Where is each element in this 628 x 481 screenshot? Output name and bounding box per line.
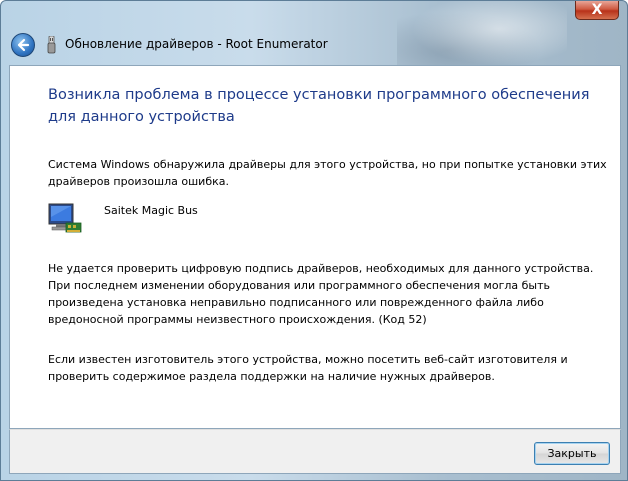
error-heading: Возникла проблема в процессе установки п… bbox=[48, 87, 590, 125]
dialog-window: X Обновление драйверов - Root Enumerator… bbox=[0, 0, 628, 481]
advice-text: Если известен изготовитель этого устройс… bbox=[48, 353, 568, 383]
computer-device-icon bbox=[48, 203, 82, 233]
error-description: Не удается проверить цифровую подпись др… bbox=[48, 262, 594, 326]
dialog-footer: Закрыть bbox=[9, 429, 621, 474]
close-button[interactable]: Закрыть bbox=[534, 442, 610, 465]
device-manager-icon bbox=[47, 36, 56, 54]
intro-text: Система Windows обнаружила драйверы для … bbox=[48, 158, 607, 188]
navigation-bar: Обновление драйверов - Root Enumerator bbox=[9, 31, 619, 59]
window-close-button[interactable]: X bbox=[575, 1, 619, 20]
back-button[interactable] bbox=[11, 33, 35, 57]
window-title: Обновление драйверов - Root Enumerator bbox=[65, 37, 328, 51]
back-arrow-icon bbox=[17, 38, 30, 52]
device-name: Saitek Magic Bus bbox=[104, 204, 198, 217]
content-panel: Возникла проблема в процессе установки п… bbox=[9, 65, 621, 429]
